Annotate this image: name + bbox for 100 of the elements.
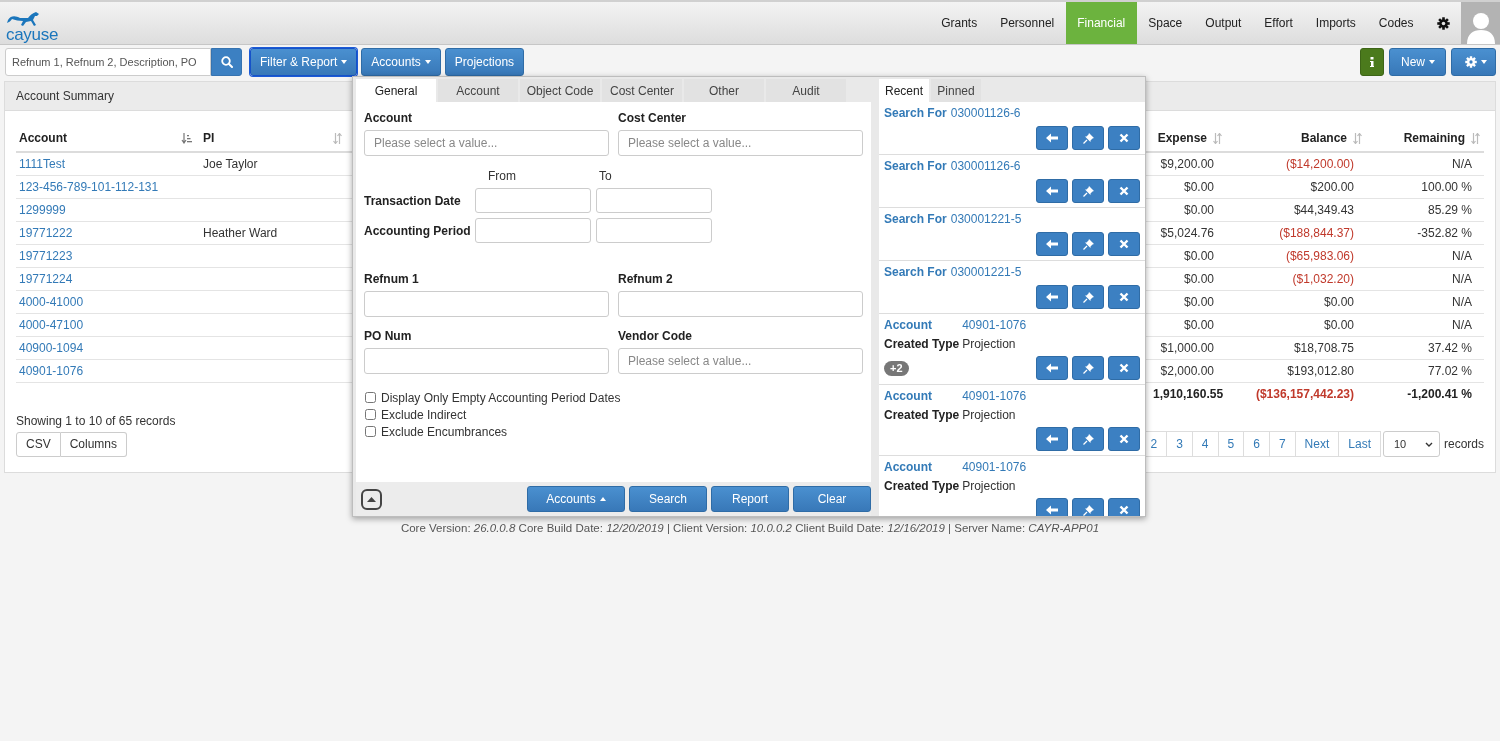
tab[interactable]: Other (684, 79, 764, 102)
column-header[interactable]: Balance (1300, 131, 1347, 145)
table-cell: $0.00 (1183, 203, 1214, 217)
column-header[interactable]: Expense (1157, 131, 1207, 145)
action-button[interactable]: Accounts (527, 486, 625, 512)
account-link[interactable]: 19771222 (19, 226, 73, 240)
table-cell: $18,708.75 (1293, 341, 1354, 355)
table-cell: Joe Taylor (203, 157, 258, 171)
action-button[interactable]: Report (711, 486, 789, 512)
tab[interactable]: Cost Center (602, 79, 682, 102)
table-cell: $0.00 (1183, 295, 1214, 309)
field-label: Cost Center (618, 111, 687, 125)
item-value: Projection (962, 478, 1017, 494)
table-cell: N/A (1452, 157, 1472, 171)
page-link[interactable]: 5 (1218, 431, 1245, 457)
tab[interactable]: General (356, 79, 436, 102)
nav-tab[interactable]: Personnel (988, 2, 1066, 44)
count-badge: +2 (884, 360, 909, 376)
tab[interactable]: Pinned (931, 79, 981, 102)
item-label: Account (884, 459, 933, 475)
export-button[interactable]: CSV (16, 431, 61, 457)
account-link[interactable]: 1299999 (19, 203, 66, 217)
nav-tab[interactable]: Output (1193, 2, 1253, 44)
select-field[interactable]: Please select a value... (618, 348, 863, 374)
page-link[interactable]: 7 (1269, 431, 1296, 457)
action-button[interactable]: Clear (793, 486, 871, 512)
column-header[interactable]: Remaining (1403, 131, 1465, 145)
table-cell: $0.00 (1183, 180, 1214, 194)
column-label: From (488, 169, 516, 183)
account-link[interactable]: 19771223 (19, 249, 73, 263)
table-cell: N/A (1452, 272, 1472, 286)
search-field[interactable]: Refnum 1, Refnum 2, Description, PO (5, 48, 211, 76)
item-label: Account (884, 317, 933, 333)
last-link[interactable]: Last (1339, 431, 1381, 457)
tab[interactable]: Recent (879, 79, 929, 102)
field-label: Accounting Period (364, 223, 471, 238)
item-link[interactable]: 030001221-5 (950, 211, 1022, 227)
tab[interactable]: Account (438, 79, 518, 102)
item-label: Search For (884, 264, 947, 280)
account-link[interactable]: 40901-1076 (19, 364, 84, 378)
table-cell: ($14,200.00) (1285, 157, 1354, 171)
page-size-select[interactable]: 10 (1383, 431, 1440, 457)
nav-tab[interactable]: Codes (1367, 2, 1425, 44)
table-cell: -1,200.41 % (1407, 387, 1472, 401)
table-cell: $1,000.00 (1160, 341, 1214, 355)
field-label: Transaction Date (364, 193, 461, 208)
page-link[interactable]: 3 (1167, 431, 1193, 457)
account-link[interactable]: 19771224 (19, 272, 73, 286)
checkbox-label[interactable]: Exclude Encumbrances (381, 424, 508, 439)
column-header[interactable]: Account (19, 131, 67, 145)
tab[interactable]: Audit (766, 79, 846, 102)
table-cell: $0.00 (1183, 318, 1214, 332)
table-cell: $0.00 (1323, 295, 1354, 309)
column-header[interactable]: PI (203, 131, 215, 145)
field-label: Vendor Code (618, 329, 693, 343)
account-link[interactable]: 1111Test (19, 157, 66, 171)
next-link[interactable]: Next (1295, 431, 1340, 457)
field-label: Account (364, 111, 413, 125)
item-link[interactable]: 40901-1076 (962, 388, 1027, 404)
checkbox-label[interactable]: Display Only Empty Accounting Period Dates (381, 390, 621, 405)
nav-tab[interactable]: Financial (1065, 2, 1137, 44)
item-value: Projection (962, 336, 1017, 352)
item-value: Projection (962, 407, 1017, 423)
action-button[interactable]: Search (629, 486, 707, 512)
table-cell: $44,349.43 (1293, 203, 1354, 217)
item-link[interactable]: 030001126-6 (950, 158, 1021, 174)
item-link[interactable]: 40901-1076 (962, 459, 1027, 475)
tab[interactable]: Object Code (520, 79, 600, 102)
nav-tab[interactable]: Effort (1252, 2, 1305, 44)
account-link[interactable]: 4000-41000 (19, 295, 84, 309)
page-size-label: records (1444, 437, 1484, 451)
item-label: Created Type (884, 407, 960, 423)
item-link[interactable]: 40901-1076 (962, 317, 1027, 333)
nav-tab[interactable]: Grants (929, 2, 989, 44)
table-cell: ($1,032.20) (1292, 272, 1354, 286)
export-button[interactable]: Columns (60, 431, 128, 457)
toolbar-button[interactable]: Accounts (361, 48, 441, 76)
toolbar-button[interactable]: Projections (444, 48, 525, 76)
field-label: PO Num (364, 329, 413, 343)
page-link[interactable]: 6 (1244, 431, 1270, 457)
field-label: Refnum 1 (364, 272, 420, 286)
table-cell: $5,024.76 (1160, 226, 1214, 240)
toolbar-button[interactable]: Filter & Report (250, 48, 358, 76)
table-cell: 37.42 % (1427, 341, 1472, 355)
nav-tab[interactable]: Space (1136, 2, 1194, 44)
select-field[interactable]: Please select a value... (618, 130, 863, 156)
nav-tab[interactable]: Imports (1304, 2, 1368, 44)
select-field[interactable]: Please select a value... (364, 130, 609, 156)
account-link[interactable]: 40900-1094 (19, 341, 84, 355)
table-cell: Heather Ward (203, 226, 278, 240)
checkbox-label[interactable]: Exclude Indirect (381, 407, 467, 422)
table-cell: 1,910,160.55 (1153, 387, 1224, 401)
account-link[interactable]: 4000-47100 (19, 318, 84, 332)
item-link[interactable]: 030001221-5 (950, 264, 1022, 280)
table-cell: $9,200.00 (1160, 157, 1214, 171)
new-button[interactable]: New (1389, 48, 1446, 76)
table-cell: $0.00 (1183, 249, 1214, 263)
table-cell: $193,012.80 (1287, 364, 1354, 378)
page-link[interactable]: 4 (1192, 431, 1219, 457)
account-link[interactable]: 123-456-789-101-112-131 (19, 180, 159, 194)
